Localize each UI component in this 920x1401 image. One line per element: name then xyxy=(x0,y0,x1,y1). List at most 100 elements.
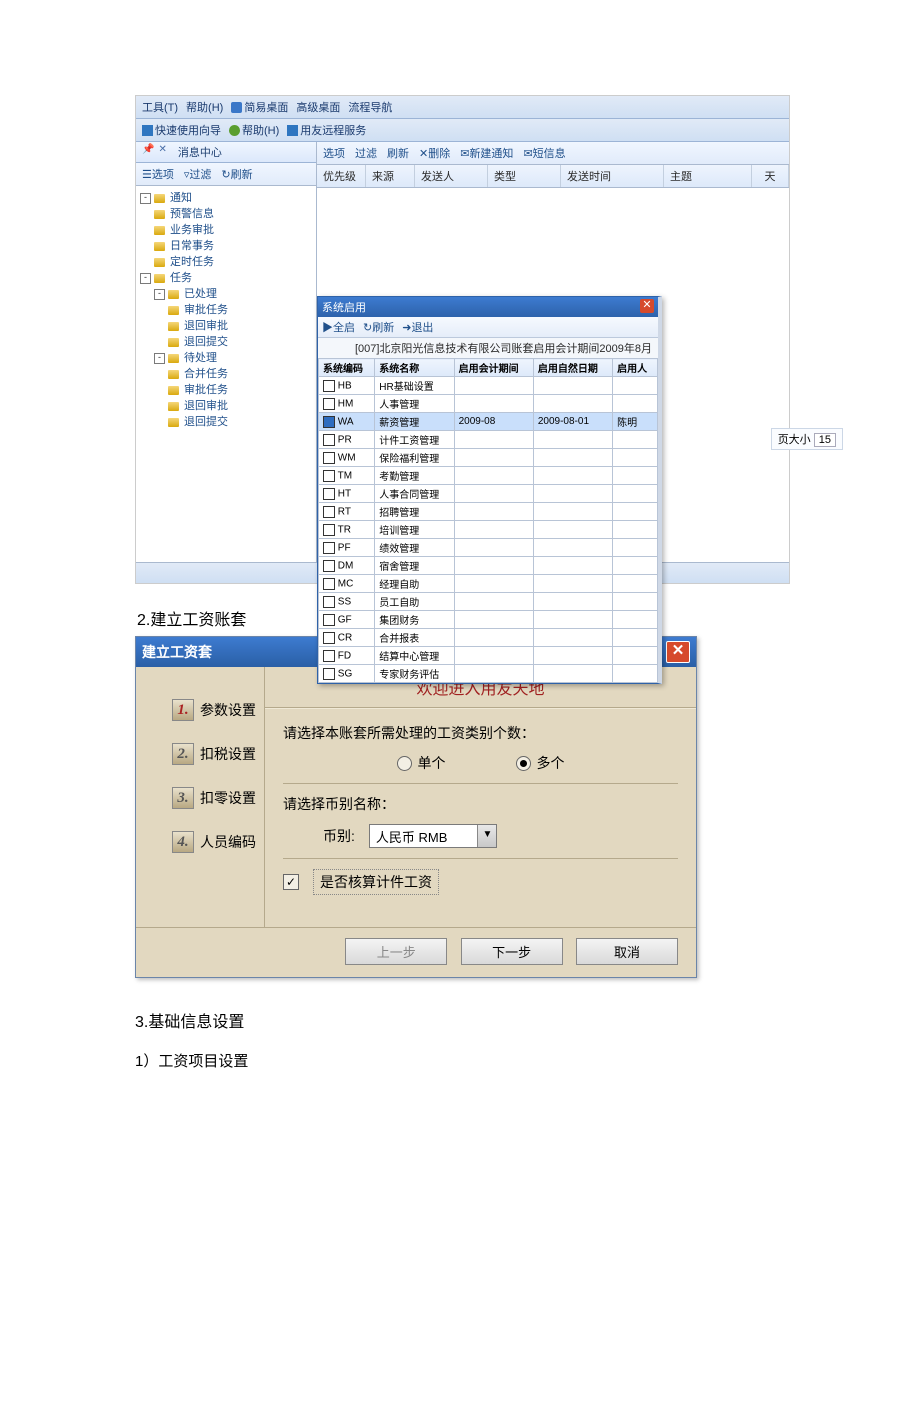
step-2[interactable]: 2.扣税设置 xyxy=(172,743,264,765)
menu-help-2[interactable]: 帮助(H) xyxy=(229,122,279,138)
dlg-refresh[interactable]: ↻刷新 xyxy=(363,319,394,335)
tree-item[interactable]: 业务审批 xyxy=(154,222,314,238)
col-sender[interactable]: 发送人 xyxy=(415,165,488,187)
table-row[interactable]: PR计件工资管理 xyxy=(319,431,658,449)
row-checkbox[interactable] xyxy=(323,560,335,572)
tb-refresh2[interactable]: 刷新 xyxy=(387,145,409,161)
table-row[interactable]: HT人事合同管理 xyxy=(319,485,658,503)
menu-help[interactable]: 帮助(H) xyxy=(186,99,223,115)
row-checkbox[interactable] xyxy=(323,596,335,608)
tree-label: 日常事务 xyxy=(168,238,214,254)
col-priority[interactable]: 优先级 xyxy=(317,165,366,187)
tree-item[interactable]: 审批任务 xyxy=(168,382,314,398)
remote-service[interactable]: 用友远程服务 xyxy=(287,122,366,138)
chevron-down-icon[interactable]: ▼ xyxy=(477,825,496,847)
tree-item[interactable]: 退回审批 xyxy=(168,398,314,414)
table-row[interactable]: TR培训管理 xyxy=(319,521,658,539)
table-row[interactable]: PF绩效管理 xyxy=(319,539,658,557)
tree-item[interactable]: 定时任务 xyxy=(154,254,314,270)
step-3[interactable]: 3.扣零设置 xyxy=(172,787,264,809)
tb-new-notice[interactable]: ✉新建通知 xyxy=(460,145,513,161)
table-row[interactable]: MC经理自助 xyxy=(319,575,658,593)
radio-multiple[interactable] xyxy=(516,756,531,771)
step-4[interactable]: 4.人员编码 xyxy=(172,831,264,853)
table-row[interactable]: HBHR基础设置 xyxy=(319,377,658,395)
close-icon[interactable]: ✕ xyxy=(158,144,166,160)
tree-item[interactable]: 退回提交 xyxy=(168,414,314,430)
currency-value: 人民币 RMB xyxy=(370,827,478,846)
tree-item[interactable]: 审批任务 xyxy=(168,302,314,318)
row-checkbox[interactable] xyxy=(323,542,335,554)
th-period[interactable]: 启用会计期间 xyxy=(454,359,533,377)
tb-filter2[interactable]: 过滤 xyxy=(355,145,377,161)
th-user[interactable]: 启用人 xyxy=(613,359,658,377)
table-row[interactable]: SS员工自助 xyxy=(319,593,658,611)
currency-select[interactable]: 人民币 RMB ▼ xyxy=(369,824,498,848)
col-sendtime[interactable]: 发送时间 xyxy=(561,165,664,187)
row-checkbox[interactable] xyxy=(323,470,335,482)
row-checkbox[interactable] xyxy=(323,380,335,392)
th-date[interactable]: 启用自然日期 xyxy=(533,359,612,377)
row-checkbox[interactable] xyxy=(323,506,335,518)
row-checkbox[interactable] xyxy=(323,668,335,680)
table-row[interactable]: HM人事管理 xyxy=(319,395,658,413)
pin-icon[interactable]: 📌 xyxy=(142,144,154,160)
row-checkbox[interactable] xyxy=(323,434,335,446)
tree-item[interactable]: -任务 xyxy=(140,270,314,286)
wizard-title: 建立工资套 xyxy=(142,642,212,662)
tree-item[interactable]: 日常事务 xyxy=(154,238,314,254)
table-row[interactable]: SG专家财务评估 xyxy=(319,665,658,683)
tree-item[interactable]: -待处理 xyxy=(154,350,314,366)
tree-item[interactable]: -已处理 xyxy=(154,286,314,302)
th-code[interactable]: 系统编码 xyxy=(319,359,375,377)
menu-flow-nav[interactable]: 流程导航 xyxy=(348,99,392,115)
tb-options2[interactable]: 选项 xyxy=(323,145,345,161)
row-checkbox[interactable] xyxy=(323,452,335,464)
col-days[interactable]: 天 xyxy=(752,165,789,187)
row-checkbox[interactable] xyxy=(323,632,335,644)
row-checkbox[interactable] xyxy=(323,416,335,428)
next-button[interactable]: 下一步 xyxy=(461,938,563,965)
quick-guide[interactable]: 快速使用向导 xyxy=(142,122,221,138)
tb-refresh[interactable]: ↻刷新 xyxy=(221,166,252,182)
menu-advanced-desktop[interactable]: 高级桌面 xyxy=(296,99,340,115)
step-1[interactable]: 1.参数设置 xyxy=(172,699,264,721)
tb-options[interactable]: ☰选项 xyxy=(142,166,174,182)
dlg-exit[interactable]: ➜退出 xyxy=(402,319,433,335)
col-subject[interactable]: 主题 xyxy=(664,165,752,187)
piecework-checkbox[interactable] xyxy=(283,874,299,890)
tree-item[interactable]: 合并任务 xyxy=(168,366,314,382)
page-size-value[interactable]: 15 xyxy=(814,433,836,447)
tree-item[interactable]: 退回提交 xyxy=(168,334,314,350)
radio-single[interactable] xyxy=(397,756,412,771)
menu-tools[interactable]: 工具(T) xyxy=(142,99,178,115)
tree-item[interactable]: -通知 xyxy=(140,190,314,206)
row-checkbox[interactable] xyxy=(323,650,335,662)
row-checkbox[interactable] xyxy=(323,614,335,626)
row-checkbox[interactable] xyxy=(323,488,335,500)
row-checkbox[interactable] xyxy=(323,578,335,590)
row-checkbox[interactable] xyxy=(323,398,335,410)
dialog-close-icon[interactable]: ✕ xyxy=(640,299,654,313)
table-row[interactable]: CR合并报表 xyxy=(319,629,658,647)
col-type[interactable]: 类型 xyxy=(488,165,561,187)
menu-simple-desktop[interactable]: 简易桌面 xyxy=(231,99,288,115)
dlg-allstart[interactable]: ▶全启 xyxy=(322,319,355,335)
col-source[interactable]: 来源 xyxy=(366,165,415,187)
table-row[interactable]: FD结算中心管理 xyxy=(319,647,658,665)
tb-sms[interactable]: ✉短信息 xyxy=(523,145,565,161)
tb-filter[interactable]: ▿过滤 xyxy=(184,166,212,182)
row-checkbox[interactable] xyxy=(323,524,335,536)
tb-delete[interactable]: ✕删除 xyxy=(419,145,450,161)
tree-item[interactable]: 预警信息 xyxy=(154,206,314,222)
table-row[interactable]: WM保险福利管理 xyxy=(319,449,658,467)
table-row[interactable]: RT招聘管理 xyxy=(319,503,658,521)
tree-item[interactable]: 退回审批 xyxy=(168,318,314,334)
table-row[interactable]: GF集团财务 xyxy=(319,611,658,629)
wizard-close-icon[interactable]: ✕ xyxy=(666,641,690,663)
cancel-button[interactable]: 取消 xyxy=(576,938,678,965)
table-row[interactable]: WA薪资管理2009-082009-08-01陈明 xyxy=(319,413,658,431)
table-row[interactable]: DM宿舍管理 xyxy=(319,557,658,575)
th-name[interactable]: 系统名称 xyxy=(375,359,454,377)
table-row[interactable]: TM考勤管理 xyxy=(319,467,658,485)
